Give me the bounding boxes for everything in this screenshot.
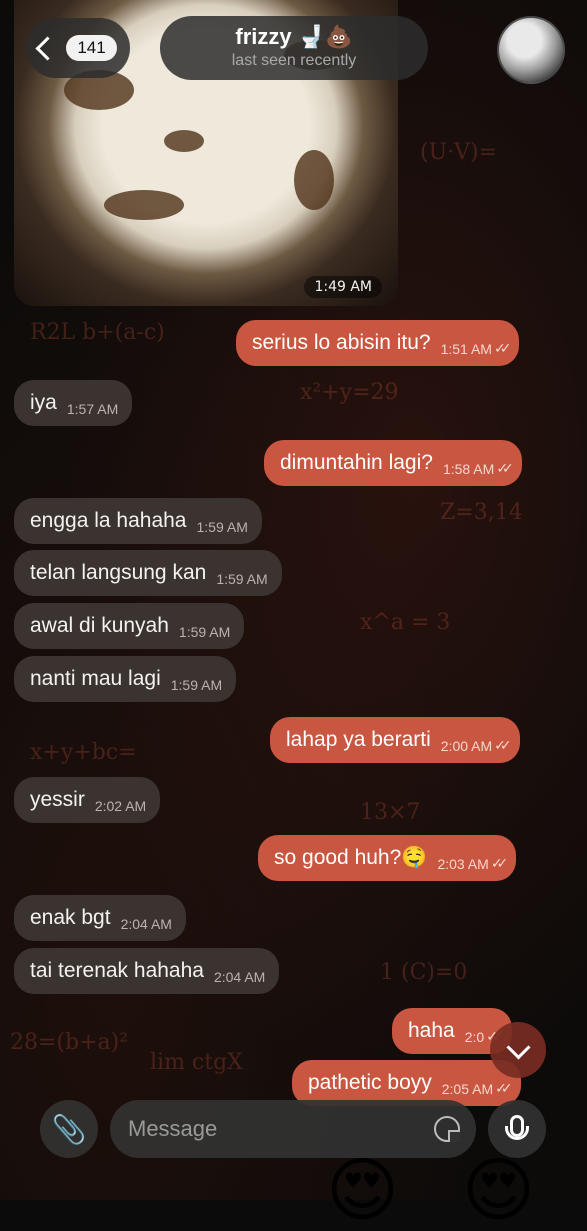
contact-name: frizzy 🚽💩: [235, 24, 353, 49]
message-time: 1:59 AM: [196, 519, 248, 535]
chat-header[interactable]: frizzy 🚽💩 last seen recently: [160, 16, 428, 80]
wallpaper-doodle: x²+y=29: [300, 380, 399, 405]
wallpaper-doodle: 13×7: [360, 800, 421, 825]
unread-count-badge: 141: [66, 35, 117, 61]
message-text: enak bgt: [30, 906, 111, 929]
message-time: 2:02 AM: [94, 798, 147, 814]
incoming-message[interactable]: iya 1:57 AM: [14, 380, 133, 426]
message-time: 1:59 AM: [178, 624, 231, 640]
message-time: 2:04 AM: [120, 916, 172, 932]
read-receipt-icon: ✓✓: [495, 1081, 513, 1097]
emoji-sticker-peek: 😍: [326, 1149, 399, 1231]
incoming-message[interactable]: tai terenak hahaha 2:04 AM: [14, 948, 280, 994]
message-text: lahap ya berarti: [286, 728, 431, 751]
message-text: haha: [408, 1019, 455, 1042]
message-time: 1:51 AM: [440, 341, 492, 357]
avatar[interactable]: [497, 16, 565, 84]
read-receipt-icon: ✓✓: [490, 856, 509, 872]
message-time: 1:59 AM: [170, 677, 223, 693]
scroll-to-bottom-button[interactable]: [490, 1022, 546, 1078]
paperclip-icon: 📎: [51, 1112, 87, 1146]
wallpaper-doodle: Z=3,14: [440, 500, 523, 525]
wallpaper-doodle: R2L b+(a-c): [30, 320, 165, 345]
message-input[interactable]: [126, 1115, 434, 1143]
sticker-icon[interactable]: [434, 1116, 460, 1142]
microphone-icon: [505, 1115, 529, 1140]
message-text: pathetic boyy: [308, 1071, 432, 1094]
wallpaper-doodle: x^a = 3: [360, 610, 451, 635]
back-button[interactable]: 141: [26, 18, 130, 78]
message-time: 1:59 AM: [216, 571, 268, 587]
outgoing-message[interactable]: dimuntahin lagi? 1:58 AM ✓✓: [264, 440, 522, 486]
message-time: 1:58 AM: [442, 461, 495, 477]
message-time: 1:57 AM: [66, 401, 119, 417]
incoming-message[interactable]: engga la hahaha 1:59 AM: [14, 498, 262, 544]
message-time: 2:05 AM: [441, 1081, 494, 1097]
emoji-sticker-peek: 😍: [462, 1149, 535, 1231]
read-receipt-icon: ✓✓: [494, 738, 512, 754]
read-receipt-icon: ✓✓: [493, 341, 512, 357]
message-text: tai terenak hahaha: [30, 959, 204, 982]
chevron-down-icon: [505, 1034, 531, 1060]
outgoing-message[interactable]: serius lo abisin itu? 1:51 AM ✓✓: [236, 320, 520, 366]
message-time: 2:0: [464, 1029, 485, 1045]
message-text: awal di kunyah: [30, 614, 169, 637]
message-text: telan langsung kan: [30, 561, 207, 584]
message-text: serius lo abisin itu?: [252, 331, 431, 354]
message-text: iya: [30, 391, 57, 414]
incoming-message[interactable]: nanti mau lagi 1:59 AM: [14, 656, 237, 702]
message-text: dimuntahin lagi?: [280, 451, 433, 474]
message-text: yessir: [30, 788, 85, 811]
read-receipt-icon: ✓✓: [496, 461, 514, 477]
attach-button[interactable]: 📎: [40, 1100, 98, 1158]
message-text: nanti mau lagi: [30, 667, 161, 690]
wallpaper-doodle: 28=(b+a)²: [10, 1030, 129, 1055]
wallpaper-doodle: 1 (C)=0: [380, 960, 468, 985]
message-field[interactable]: [110, 1100, 476, 1158]
incoming-message[interactable]: awal di kunyah 1:59 AM: [14, 603, 245, 649]
wallpaper-doodle: lim ctgX: [150, 1050, 243, 1075]
contact-status: last seen recently: [231, 52, 357, 69]
incoming-message[interactable]: yessir 2:02 AM: [14, 777, 161, 823]
incoming-message[interactable]: telan langsung kan 1:59 AM: [14, 550, 282, 596]
chevron-left-icon: [35, 35, 60, 61]
message-time: 1:49 AM: [304, 276, 382, 298]
message-time: 2:04 AM: [213, 969, 266, 985]
incoming-message[interactable]: enak bgt 2:04 AM: [14, 895, 186, 941]
wallpaper-doodle: (U·V)=: [420, 140, 498, 165]
outgoing-message[interactable]: so good huh?🤤 2:03 AM ✓✓: [258, 835, 517, 881]
voice-record-button[interactable]: [488, 1100, 546, 1158]
message-time: 2:00 AM: [440, 738, 493, 754]
message-text: engga la hahaha: [30, 509, 187, 532]
message-text: so good huh?🤤: [274, 846, 428, 869]
wallpaper-doodle: x+y+bc=: [30, 740, 137, 765]
message-time: 2:03 AM: [437, 856, 489, 872]
outgoing-message[interactable]: lahap ya berarti 2:00 AM ✓✓: [270, 717, 520, 763]
